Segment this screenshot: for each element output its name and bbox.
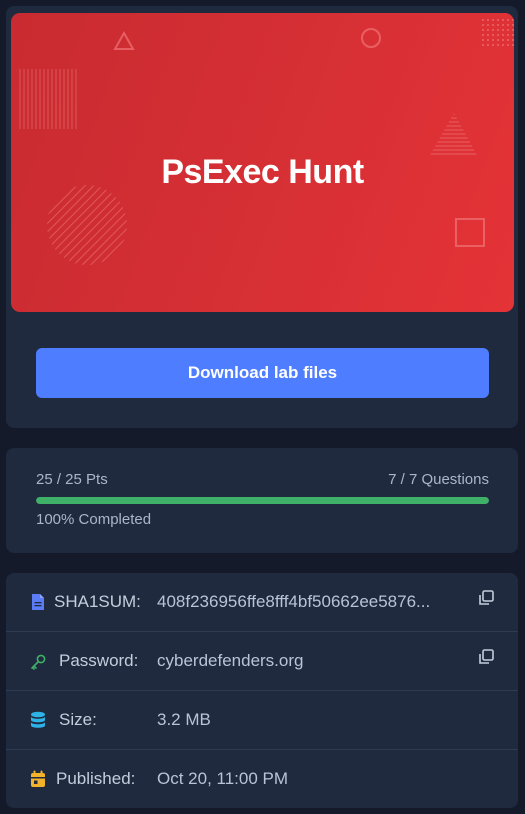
completed-text: 100% Completed (36, 511, 152, 528)
sha1-value[interactable]: 408f236956ffe8fff4bf50662ee5876... (157, 592, 475, 612)
lab-title: PsExec Hunt (161, 153, 364, 191)
copy-password-button[interactable] (477, 648, 495, 666)
file-icon (32, 594, 44, 610)
size-row: Size: 3.2 MB (6, 690, 518, 748)
password-value[interactable]: cyberdefenders.org (157, 651, 475, 671)
password-label: Password: (59, 651, 139, 670)
lab-hero-card: PsExec Hunt Download lab files (6, 6, 518, 428)
progress-bar (36, 497, 489, 504)
lab-info-card: SHA1SUM: 408f236956ffe8fff4bf50662ee5876… (6, 573, 518, 808)
published-row: Published: Oct 20, 11:00 PM (6, 749, 518, 807)
questions-text: 7 / 7 Questions (388, 471, 489, 488)
points-text: 25 / 25 Pts (36, 471, 108, 488)
calendar-icon (31, 770, 45, 787)
download-lab-files-button[interactable]: Download lab files (36, 348, 489, 398)
size-value: 3.2 MB (157, 710, 211, 729)
lab-banner: PsExec Hunt (11, 13, 514, 312)
sha1-label: SHA1SUM: (54, 592, 141, 611)
progress-card: 25 / 25 Pts 7 / 7 Questions 100% Complet… (6, 448, 518, 553)
key-icon (31, 654, 46, 670)
sha1-row: SHA1SUM: 408f236956ffe8fff4bf50662ee5876… (6, 573, 518, 631)
size-label: Size: (59, 710, 97, 729)
published-value: Oct 20, 11:00 PM (157, 769, 289, 788)
database-icon (31, 711, 45, 728)
published-label: Published: (56, 769, 136, 788)
password-row: Password: cyberdefenders.org (6, 631, 518, 689)
progress-bar-fill (36, 497, 489, 504)
copy-sha1-button[interactable] (477, 589, 495, 607)
